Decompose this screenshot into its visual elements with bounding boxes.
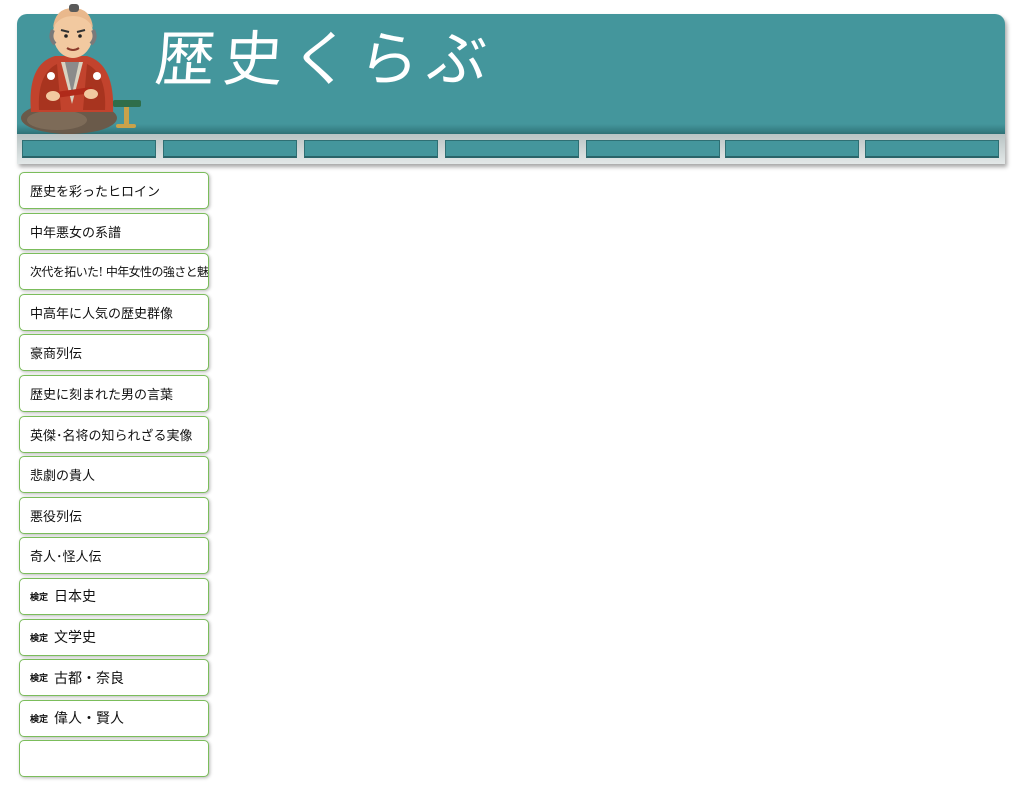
menu-item-eccentrics[interactable]: 奇人･怪人伝 — [19, 537, 209, 575]
nav-tab-5[interactable] — [586, 140, 720, 158]
menu-item-label: 次代を拓いた! 中年女性の強さと魅力 — [30, 265, 209, 280]
menu-item-heroines[interactable]: 歴史を彩ったヒロイン — [19, 172, 209, 209]
menu-item-heroes-generals[interactable]: 英傑･名将の知られざる実像 — [19, 415, 209, 453]
menu-item-tragic-nobles[interactable]: 悲劇の貴人 — [19, 456, 209, 494]
nav-tab-4[interactable] — [445, 140, 579, 158]
menu-item-pioneering-women[interactable]: 次代を拓いた! 中年女性の強さと魅力 — [19, 253, 209, 291]
menu-item-kentei-literary-history[interactable]: 検定 文学史 — [19, 618, 209, 656]
menu-item-middle-aged-villainesses[interactable]: 中年悪女の系譜 — [19, 212, 209, 250]
menu-item-label: 英傑･名将の知られざる実像 — [30, 428, 193, 444]
menu-item-label: 文学史 — [54, 630, 97, 647]
menu-item-label: 古都・奈良 — [54, 670, 125, 687]
kentei-badge: 検定 — [30, 592, 49, 603]
menu-item-label: 中年悪女の系譜 — [30, 225, 122, 241]
menu-item-label: 日本史 — [54, 589, 97, 606]
site-header: 歴史くらぶ — [17, 4, 1005, 164]
side-menu: 歴史を彩ったヒロイン 中年悪女の系譜 次代を拓いた! 中年女性の強さと魅力 中高… — [19, 172, 211, 781]
menu-item-label: 豪商列伝 — [30, 347, 83, 363]
menu-item-merchants[interactable]: 豪商列伝 — [19, 334, 209, 372]
nav-tab-1[interactable] — [22, 140, 156, 158]
header-banner: 歴史くらぶ — [17, 14, 1005, 134]
menu-item-label: 悲劇の貴人 — [30, 469, 96, 485]
menu-item-empty[interactable] — [19, 740, 209, 778]
kentei-badge: 検定 — [30, 674, 49, 685]
menu-item-label: 悪役列伝 — [30, 509, 83, 525]
menu-item-kentei-great-people[interactable]: 検定 偉人・賢人 — [19, 699, 209, 737]
nav-tab-7[interactable] — [865, 140, 999, 158]
nav-bar — [17, 134, 1005, 164]
menu-item-villains[interactable]: 悪役列伝 — [19, 496, 209, 534]
menu-item-label: 偉人・賢人 — [54, 711, 125, 728]
menu-item-label: 歴史に刻まれた男の言葉 — [30, 387, 174, 403]
nav-tab-6[interactable] — [725, 140, 859, 158]
site-title[interactable]: 歴史くらぶ — [153, 25, 498, 95]
nav-tab-2[interactable] — [163, 140, 297, 158]
kentei-badge: 検定 — [30, 714, 49, 725]
kentei-badge: 検定 — [30, 633, 49, 644]
page: 歴史くらぶ 歴史を彩ったヒロイン 中年悪女の系譜 次代を拓いた! 中年女性の強さ… — [0, 0, 1024, 800]
menu-item-label: 中高年に人気の歴史群像 — [30, 306, 174, 322]
mascot-illustration — [21, 4, 141, 134]
menu-item-popular-historical-figures[interactable]: 中高年に人気の歴史群像 — [19, 293, 209, 331]
menu-item-kentei-nara[interactable]: 検定 古都・奈良 — [19, 659, 209, 697]
nav-tab-3[interactable] — [304, 140, 438, 158]
menu-item-kentei-japanese-history[interactable]: 検定 日本史 — [19, 577, 209, 615]
menu-item-label: 歴史を彩ったヒロイン — [30, 185, 161, 200]
menu-item-label: 奇人･怪人伝 — [30, 550, 102, 566]
menu-item-mens-words[interactable]: 歴史に刻まれた男の言葉 — [19, 374, 209, 412]
